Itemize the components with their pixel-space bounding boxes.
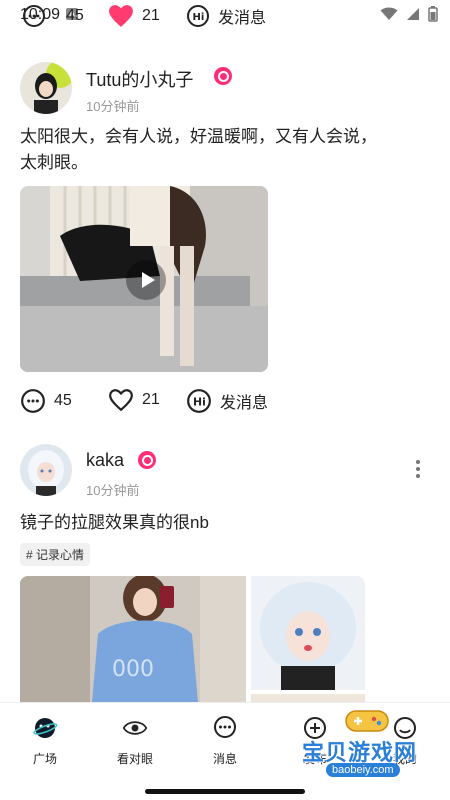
svg-text:000: 000 (112, 657, 154, 682)
prev-message-label: 发消息 (218, 10, 267, 27)
nav-label: 看对眼 (116, 752, 153, 766)
play-icon (142, 272, 155, 288)
status-bar: 10:09 A 45 21 Hi 发消息 (0, 0, 450, 34)
svg-text:Hi: Hi (193, 395, 206, 408)
hi-icon: Hi (187, 389, 211, 413)
like-count: 21 (142, 391, 160, 408)
home-indicator (145, 789, 305, 794)
nav-item-match[interactable]: 看对眼 (100, 715, 170, 767)
status-icons (380, 6, 438, 22)
topic-tag[interactable]: # 记录心情 (20, 543, 91, 566)
post-video[interactable] (20, 186, 268, 372)
verified-badge-icon (138, 451, 156, 469)
nav-label: 广场 (32, 752, 57, 766)
comment-icon (23, 5, 45, 27)
watermark-url: baobeiy.com (326, 763, 400, 777)
battery-icon (428, 6, 438, 22)
message-label: 发消息 (220, 395, 269, 412)
username[interactable]: kaka (86, 450, 124, 471)
post-time: 10分钟前 (86, 99, 140, 114)
post-content-line: 太刺眼。 (20, 153, 88, 172)
verified-badge-icon (214, 67, 232, 85)
svg-text:Hi: Hi (193, 12, 205, 23)
post-content: 镜子的拉腿效果真的很nb (20, 513, 209, 532)
comment-action[interactable]: 45 (20, 388, 72, 414)
post-photo: 000 (20, 576, 246, 702)
message-bubble-icon (214, 716, 236, 738)
prev-like-action[interactable]: 21 (108, 4, 160, 28)
wifi-icon (380, 7, 398, 20)
nav-item-square[interactable]: 广场 (10, 715, 80, 767)
prev-message-action[interactable]: Hi 发消息 (186, 4, 266, 28)
like-action[interactable]: 21 (108, 388, 160, 412)
post-photo (251, 576, 365, 690)
nav-label: 消息 (212, 752, 237, 766)
more-options-icon[interactable] (416, 460, 422, 482)
play-button[interactable] (126, 260, 166, 300)
nav-item-messages[interactable]: 消息 (190, 715, 260, 767)
planet-icon (33, 718, 58, 738)
prev-comment-action[interactable]: 45 (22, 4, 84, 28)
post-card[interactable]: kaka 10分钟前 镜子的拉腿效果真的很nb # 记录心情 000 (0, 440, 450, 702)
post-content-line: 太阳很大，会有人说，好温暖啊，又有人会说， (20, 127, 377, 146)
eye-icon (122, 721, 148, 735)
watermark: 宝贝游戏网 baobeiy.com (302, 705, 442, 785)
prev-like-count: 21 (142, 7, 160, 24)
signal-icon (407, 8, 419, 20)
message-action[interactable]: Hi 发消息 (186, 388, 268, 414)
gamepad-icon (345, 710, 389, 732)
post-image[interactable] (251, 694, 365, 702)
post-content: 太阳很大，会有人说，好温暖啊，又有人会说， 太刺眼。 (20, 124, 440, 176)
post-image[interactable]: 000 (20, 576, 246, 702)
post-card[interactable]: Tutu的小丸子 10分钟前 太阳很大，会有人说，好温暖啊，又有人会说， 太刺眼… (0, 58, 450, 428)
prev-comment-count: 45 (66, 7, 84, 24)
heart-outline-icon (109, 389, 133, 412)
post-image[interactable] (251, 576, 365, 690)
hi-icon: Hi (187, 5, 209, 27)
post-time: 10分钟前 (86, 483, 140, 498)
comment-icon (21, 389, 45, 413)
avatar[interactable] (20, 444, 72, 496)
heart-filled-icon (109, 5, 133, 27)
avatar[interactable] (20, 62, 72, 114)
comment-count: 45 (54, 392, 72, 409)
username[interactable]: Tutu的小丸子 (86, 66, 193, 92)
